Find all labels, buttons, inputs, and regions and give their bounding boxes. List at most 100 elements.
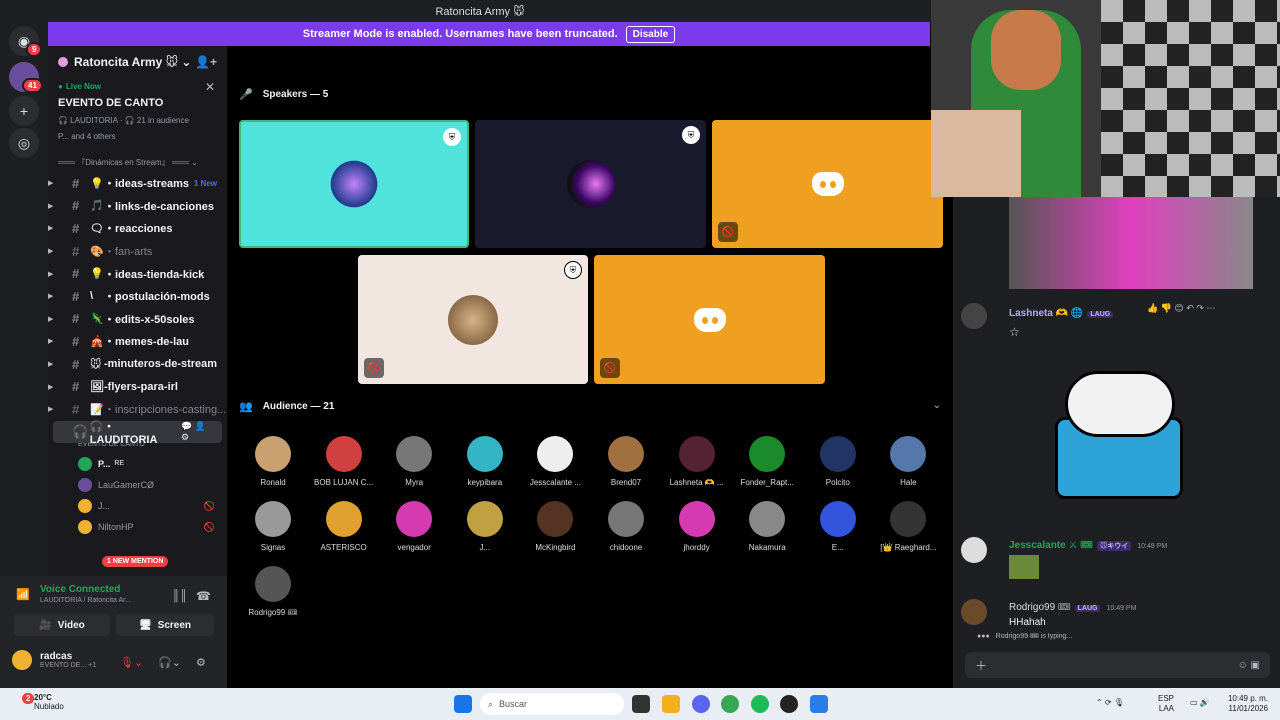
- mute-icon[interactable]: 🎙⌄: [120, 656, 143, 669]
- voice-user[interactable]: LauGamerCØ: [48, 474, 227, 495]
- audience-member[interactable]: Jesscalante ...: [520, 436, 590, 487]
- audience-member[interactable]: [👑 Raeghard...: [873, 501, 943, 552]
- user-area[interactable]: radcas EVENTO DE... +1: [12, 650, 96, 670]
- author-name[interactable]: Lashneta 🫶 🌐: [1009, 308, 1083, 319]
- voice-user[interactable]: P... RE: [48, 453, 227, 474]
- server-header[interactable]: Ratoncita Army 🐭 ⌄ 👤+: [48, 46, 227, 78]
- audience-member[interactable]: Lashneta 🫶 ...: [662, 436, 732, 487]
- noise-suppression-icon[interactable]: ║║: [172, 590, 188, 602]
- channel-actions-icon[interactable]: 💬 👤 ⚙: [181, 421, 216, 443]
- unread-indicator-icon: ▶: [48, 248, 54, 256]
- unread-indicator-icon: ▶: [48, 180, 54, 188]
- emoji-icon[interactable]: ☺ ▣: [1238, 660, 1260, 671]
- notepad-icon[interactable]: [810, 695, 828, 713]
- muted-icon: 🚫: [203, 500, 215, 511]
- avatar[interactable]: [961, 599, 987, 625]
- speaker-tile[interactable]: ⛨: [239, 120, 469, 248]
- task-view-icon[interactable]: [632, 695, 650, 713]
- audience-member[interactable]: McKingbird: [520, 501, 590, 552]
- text-channel-icon: #: [72, 175, 80, 191]
- audience-member[interactable]: Polcito: [803, 436, 873, 487]
- channel-item[interactable]: ▶ # 🖼 -flyers-para-irl: [48, 375, 227, 398]
- channel-item[interactable]: ▶ # 🐭 -minuteros-de-stream: [48, 353, 227, 376]
- discord-taskbar-icon[interactable]: [692, 695, 710, 713]
- audience-member[interactable]: ASTERISCO: [309, 501, 379, 552]
- invite-people-icon[interactable]: 👤+: [195, 55, 217, 69]
- speaker-tile[interactable]: 🚫: [712, 120, 943, 248]
- voice-location[interactable]: LAUDITORIA / Ratoncita Ar...: [40, 597, 131, 604]
- channel-item[interactable]: ▶ # 🎵 ・links-de-canciones: [48, 195, 227, 218]
- speaker-tile[interactable]: ⛨: [475, 120, 706, 248]
- chat-input[interactable]: ＋ ☺ ▣: [965, 652, 1270, 678]
- video-button[interactable]: 🎥 Video: [14, 614, 110, 636]
- audience-member[interactable]: BOB LUJAN C...: [309, 436, 379, 487]
- network-volume-icon[interactable]: ▭ 🔊: [1190, 698, 1210, 708]
- discover-icon[interactable]: ◎: [9, 128, 39, 158]
- text-channel-icon: #: [72, 401, 80, 417]
- audience-member[interactable]: E...: [803, 501, 873, 552]
- avatar: [396, 501, 433, 537]
- author-name[interactable]: Rodrigo99 🎟: [1009, 602, 1071, 613]
- channel-item[interactable]: ▶ # 🎪 ・memes-de-lau: [48, 330, 227, 353]
- add-attachment-icon[interactable]: ＋: [975, 657, 987, 674]
- avatar[interactable]: [961, 303, 987, 329]
- voice-user[interactable]: J... 🚫: [48, 496, 227, 517]
- avatar[interactable]: [961, 537, 987, 563]
- channel-item[interactable]: ▶ # 🗨 ・reacciones: [48, 217, 227, 240]
- audience-member[interactable]: Nakamura: [732, 501, 802, 552]
- audience-member[interactable]: chidoone: [591, 501, 661, 552]
- audience-member[interactable]: Signas: [238, 501, 308, 552]
- audience-member[interactable]: Myra: [379, 436, 449, 487]
- language-indicator[interactable]: ESP LAA: [1158, 694, 1174, 714]
- streamer-head: [991, 10, 1061, 90]
- chrome-icon[interactable]: [721, 695, 739, 713]
- audience-member[interactable]: jhorddy: [662, 501, 732, 552]
- speaker-tile[interactable]: 🚫: [594, 255, 825, 384]
- headphones-icon[interactable]: 🎧⌄: [158, 656, 181, 669]
- audience-member[interactable]: Ronald: [238, 436, 308, 487]
- add-server-icon[interactable]: +: [9, 96, 39, 126]
- file-explorer-icon[interactable]: [662, 695, 680, 713]
- obs-icon[interactable]: [780, 695, 798, 713]
- message-actions[interactable]: 👍 👎 😊 ↶ ↷ ⋯: [1147, 303, 1215, 314]
- audience-member[interactable]: J...: [450, 501, 520, 552]
- audience-member[interactable]: keypibara: [450, 436, 520, 487]
- search-box[interactable]: ⌕ Buscar: [480, 693, 624, 715]
- unread-indicator-icon: ▶: [48, 315, 54, 323]
- voice-status[interactable]: Voice Connected: [40, 584, 131, 595]
- disable-button[interactable]: Disable: [625, 25, 676, 43]
- stage-channel-lauditoria[interactable]: 🎧 🎧・LAUDITORIA 💬 👤 ⚙: [53, 420, 222, 446]
- audience-member[interactable]: Rodrigo99 🎟: [238, 566, 308, 617]
- sticker-image[interactable]: [1045, 357, 1189, 507]
- speaker-tile[interactable]: ⛨ 🚫: [358, 255, 588, 384]
- audience-member[interactable]: Brend07: [591, 436, 661, 487]
- clock[interactable]: 10:49 p. m. 11/01/2026: [1220, 694, 1268, 714]
- shared-image[interactable]: [1009, 197, 1253, 289]
- audience-member[interactable]: Hale: [873, 436, 943, 487]
- avatar: [890, 501, 927, 537]
- screen-share-button[interactable]: 🖥 Screen: [116, 614, 214, 636]
- muted-mic-icon: 🚫: [364, 358, 384, 378]
- tray-icons[interactable]: ⌃ ⟳ 🎙: [1096, 698, 1124, 708]
- audience-member[interactable]: Fonder_Rapt...: [732, 436, 802, 487]
- live-event-card[interactable]: Live Now ✕ EVENTO DE CANTO 🎧 LAUDITORIA …: [48, 78, 227, 149]
- author-name[interactable]: Jesscalante ⚔ 🎟: [1009, 540, 1093, 551]
- weather-widget[interactable]: 20°C Nublado: [34, 693, 64, 711]
- start-button[interactable]: [454, 695, 472, 713]
- channel-item[interactable]: ▶ # 💡 ・ideas-streams 1 New: [48, 172, 227, 195]
- audience-member[interactable]: vengador: [379, 501, 449, 552]
- channel-category[interactable]: ═══ 『Dinámicas en Stream』 ═══ ⌄: [48, 149, 227, 172]
- star-icon[interactable]: ☆: [1009, 325, 1113, 339]
- new-mention-badge[interactable]: 1 NEW MENTION: [102, 556, 169, 567]
- voice-user[interactable]: NiltonHP 🚫: [48, 517, 227, 538]
- disconnect-icon[interactable]: ☎: [196, 589, 211, 603]
- channel-item[interactable]: ▶ # 🦎 ・edits-x-50soles: [48, 308, 227, 331]
- text-channel-icon: #: [72, 356, 80, 372]
- close-icon[interactable]: ✕: [205, 80, 215, 94]
- channel-item[interactable]: ▶ # \ ・postulación-mods: [48, 285, 227, 308]
- spotify-icon[interactable]: [751, 695, 769, 713]
- settings-gear-icon[interactable]: ⚙: [196, 656, 206, 669]
- channel-item[interactable]: ▶ # 💡 ・ideas-tienda-kick: [48, 262, 227, 285]
- channel-item[interactable]: ▶ # 🎨 ・fan-arts: [48, 240, 227, 263]
- chevron-down-icon[interactable]: ⌄: [933, 400, 941, 411]
